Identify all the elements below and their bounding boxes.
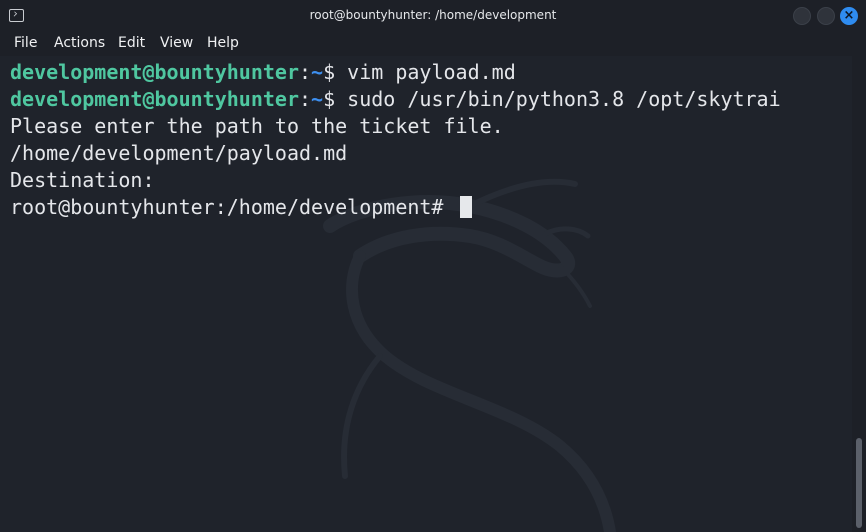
prompt-path: ~ <box>311 87 324 111</box>
scrollbar-thumb[interactable] <box>856 438 862 528</box>
menu-actions[interactable]: Actions <box>54 35 105 51</box>
menu-help[interactable]: Help <box>207 35 239 51</box>
terminal-window: root@bountyhunter: /home/development × F… <box>0 0 866 532</box>
prompt-user-host: development@bountyhunter <box>10 87 299 111</box>
prompt-path: ~ <box>311 60 324 84</box>
terminal-prompt-line: root@bountyhunter:/home/development# <box>10 194 472 221</box>
prompt-colon: : <box>298 87 312 111</box>
close-button[interactable]: × <box>840 7 858 25</box>
prompt-symbol: $ <box>323 60 336 84</box>
minimize-button[interactable] <box>793 7 811 25</box>
maximize-button[interactable] <box>817 7 835 25</box>
window-title: root@bountyhunter: /home/development <box>309 8 557 22</box>
terminal-line: Please enter the path to the ticket file… <box>10 114 504 138</box>
terminal-output[interactable]: development@bountyhunter:~$ vim payload.… <box>0 56 852 532</box>
prompt-user-host: development@bountyhunter <box>10 60 299 84</box>
command-text: sudo /usr/bin/python3.8 /opt/skytrai <box>335 87 781 111</box>
command-text: vim payload.md <box>335 60 516 84</box>
title-bar[interactable]: root@bountyhunter: /home/development × <box>0 0 866 32</box>
terminal-line: Destination: <box>10 168 155 192</box>
menu-edit[interactable]: Edit <box>118 35 145 51</box>
terminal-line: development@bountyhunter:~$ sudo /usr/bi… <box>10 86 781 113</box>
vertical-scrollbar[interactable] <box>852 56 866 532</box>
menu-bar: File Actions Edit View Help <box>0 31 866 56</box>
menu-view[interactable]: View <box>160 35 193 51</box>
root-prompt: root@bountyhunter:/home/development# <box>10 195 456 219</box>
close-icon: × <box>843 8 855 23</box>
text-cursor <box>459 196 472 218</box>
prompt-symbol: $ <box>323 87 336 111</box>
prompt-colon: : <box>298 60 312 84</box>
terminal-line: development@bountyhunter:~$ vim payload.… <box>10 59 516 86</box>
menu-file[interactable]: File <box>14 35 37 51</box>
terminal-line: /home/development/payload.md <box>10 141 348 165</box>
